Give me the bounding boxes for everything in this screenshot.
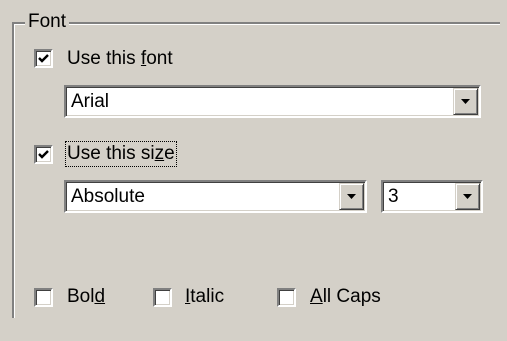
all-caps-label[interactable]: All Caps — [310, 286, 381, 308]
dropdown-arrow-icon — [347, 194, 356, 199]
size-mode-dropdown-button[interactable] — [339, 183, 364, 210]
bold-label[interactable]: Bold — [67, 286, 105, 308]
use-font-label[interactable]: Use this font — [67, 48, 173, 70]
dropdown-arrow-icon — [461, 99, 470, 104]
font-name-value: Arial — [71, 91, 110, 112]
size-value-value: 3 — [388, 186, 399, 207]
size-mode-select[interactable]: Absolute — [64, 180, 367, 213]
size-value-select[interactable]: 3 — [381, 180, 483, 213]
font-name-dropdown-button[interactable] — [453, 88, 478, 115]
use-font-checkbox[interactable] — [34, 49, 53, 68]
use-size-label[interactable]: Use this size — [65, 141, 177, 167]
use-size-checkbox[interactable] — [34, 145, 53, 164]
italic-label[interactable]: Italic — [185, 286, 224, 308]
bold-checkbox[interactable] — [34, 288, 53, 307]
font-name-select[interactable]: Arial — [64, 85, 481, 118]
dropdown-arrow-icon — [463, 194, 472, 199]
font-group-title: Font — [25, 10, 70, 34]
size-value-dropdown-button[interactable] — [455, 183, 480, 210]
checkmark-icon — [38, 150, 49, 159]
size-mode-value: Absolute — [71, 186, 145, 207]
italic-checkbox[interactable] — [153, 288, 172, 307]
checkmark-icon — [38, 54, 49, 63]
all-caps-checkbox[interactable] — [277, 288, 296, 307]
